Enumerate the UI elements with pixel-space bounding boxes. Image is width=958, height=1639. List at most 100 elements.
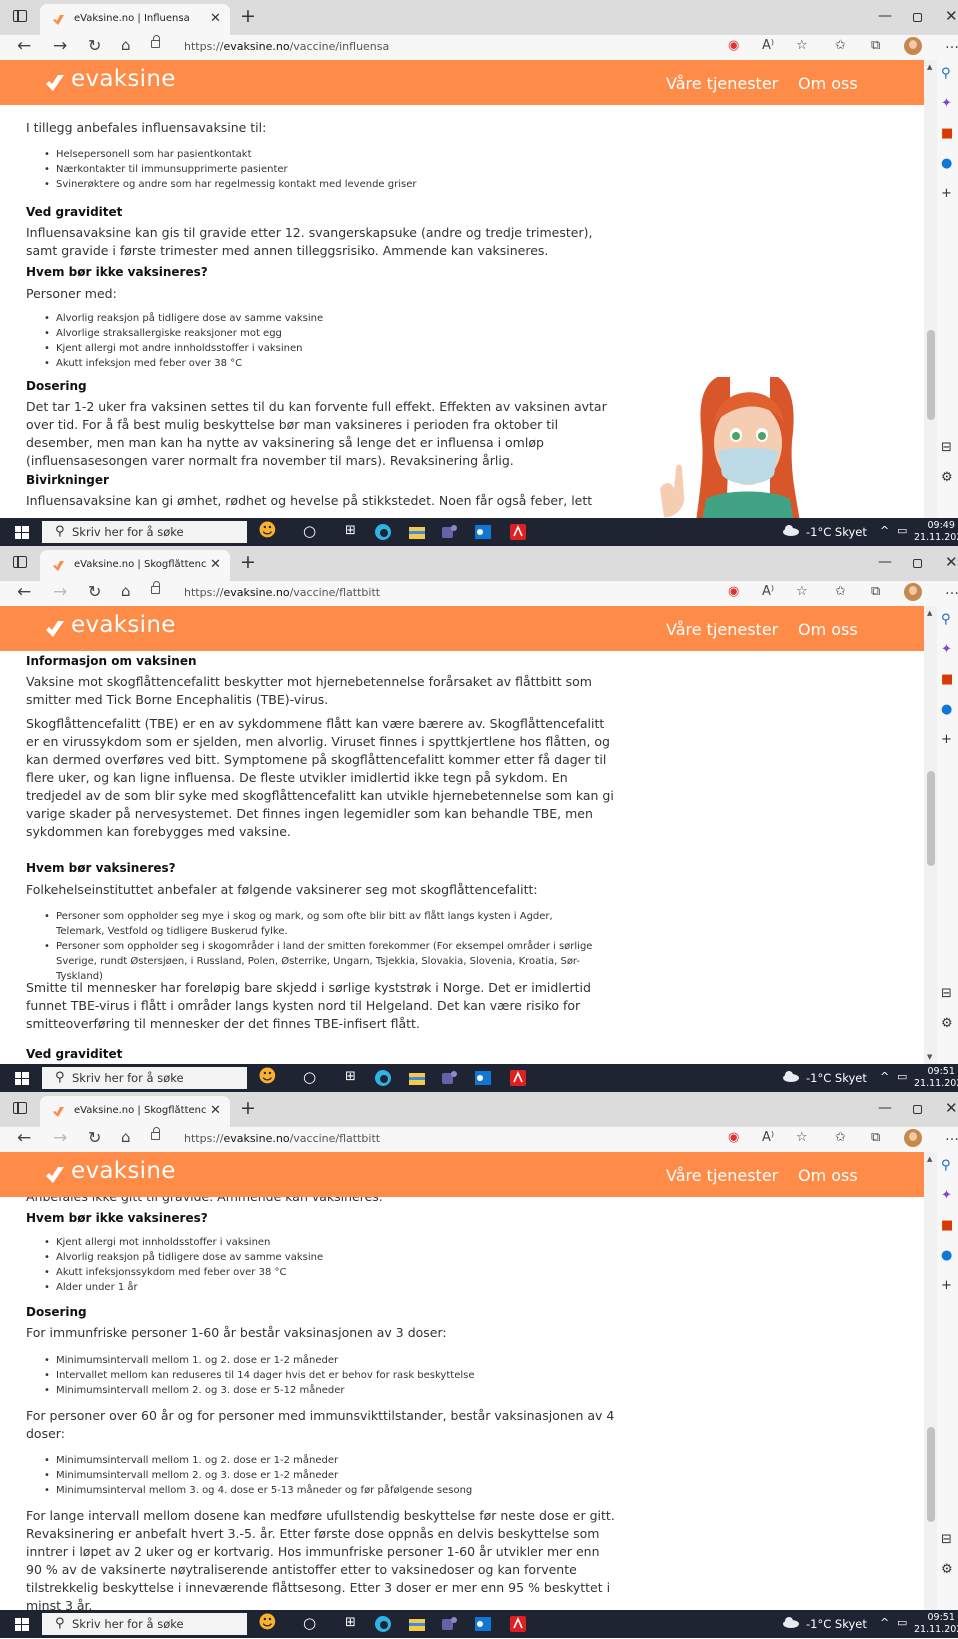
forward-icon[interactable]: →: [53, 582, 67, 602]
copilot-icon[interactable]: ✦: [941, 642, 952, 657]
outlook-icon[interactable]: [474, 523, 492, 541]
settings-icon[interactable]: ⚙: [941, 1562, 953, 1577]
reload-icon[interactable]: ↻: [88, 582, 101, 601]
collections-icon[interactable]: ⧉: [871, 1130, 880, 1145]
add-favorite-icon[interactable]: ☆: [796, 1130, 808, 1145]
outlook-icon[interactable]: [474, 1069, 492, 1087]
more-icon[interactable]: …: [945, 582, 958, 598]
browser-tab[interactable]: eVaksine.no | Influensa ✕: [40, 4, 230, 35]
add-favorite-icon[interactable]: ☆: [796, 584, 808, 599]
scroll-up-icon[interactable]: ▲: [927, 609, 932, 617]
profile-avatar[interactable]: [904, 583, 922, 601]
edge-icon[interactable]: [374, 1069, 392, 1087]
cloud-icon[interactable]: [782, 1070, 800, 1082]
taskbar-search-input[interactable]: ⚲ Skriv her for å søke: [42, 1613, 247, 1635]
nav-services-link[interactable]: Våre tjenester: [666, 620, 778, 639]
scrollbar-thumb[interactable]: [927, 330, 935, 420]
back-icon[interactable]: ←: [17, 1128, 31, 1148]
maximize-icon[interactable]: [913, 1105, 922, 1114]
new-tab-icon[interactable]: +: [240, 5, 256, 27]
taskbar-search-input[interactable]: ⚲ Skriv her for å søke: [42, 1067, 247, 1089]
read-aloud-icon[interactable]: A⁾: [762, 1130, 774, 1145]
acrobat-icon[interactable]: [509, 1069, 527, 1087]
windows-start-icon[interactable]: [15, 1072, 29, 1085]
task-view-icon[interactable]: ⊞: [345, 1615, 356, 1630]
settings-icon[interactable]: ⚙: [941, 470, 953, 485]
search-highlight-icon[interactable]: ☻: [258, 520, 277, 541]
edge-icon[interactable]: [374, 523, 392, 541]
home-icon[interactable]: ⌂: [121, 582, 131, 600]
forward-icon[interactable]: →: [53, 36, 67, 56]
copilot-icon[interactable]: ✦: [941, 96, 952, 111]
windows-start-icon[interactable]: [15, 526, 29, 539]
scrollbar[interactable]: ▲: [924, 1152, 937, 1610]
hide-sidebar-icon[interactable]: ⊟: [941, 440, 952, 455]
tab-close-icon[interactable]: ✕: [210, 1103, 221, 1118]
cortana-icon[interactable]: ○: [303, 1068, 316, 1086]
task-view-icon[interactable]: ⊞: [345, 1069, 356, 1084]
scrollbar[interactable]: ▲: [924, 60, 937, 518]
search-icon[interactable]: ⚲: [941, 66, 951, 81]
tracking-prevention-icon[interactable]: ◉: [728, 584, 739, 599]
battery-icon[interactable]: ▭: [897, 1616, 907, 1629]
battery-icon[interactable]: ▭: [897, 524, 907, 537]
cloud-icon[interactable]: [782, 524, 800, 536]
cortana-icon[interactable]: ○: [303, 522, 316, 540]
lock-icon[interactable]: [151, 35, 160, 48]
clock[interactable]: 09:49 21.11.2022: [914, 520, 958, 544]
clock[interactable]: 09:51 21.11.2022: [914, 1066, 958, 1090]
back-icon[interactable]: ←: [17, 582, 31, 602]
settings-icon[interactable]: ⚙: [941, 1016, 953, 1031]
tab-actions-icon[interactable]: [13, 10, 27, 22]
add-sidebar-icon[interactable]: +: [941, 1278, 952, 1293]
search-icon[interactable]: ⚲: [941, 612, 951, 627]
window-close-icon[interactable]: ✕: [945, 553, 958, 571]
outlook-icon[interactable]: [474, 1615, 492, 1633]
weather-text[interactable]: -1°C Skyet: [806, 1071, 867, 1085]
office-icon[interactable]: ■: [941, 126, 953, 141]
cortana-icon[interactable]: ○: [303, 1614, 316, 1632]
profile-avatar[interactable]: [904, 37, 922, 55]
forward-icon[interactable]: →: [53, 1128, 67, 1148]
tab-actions-icon[interactable]: [13, 1102, 27, 1114]
battery-icon[interactable]: ▭: [897, 1070, 907, 1083]
acrobat-icon[interactable]: [509, 1615, 527, 1633]
lock-icon[interactable]: [151, 581, 160, 594]
scrollbar-thumb[interactable]: [927, 1427, 935, 1522]
file-explorer-icon[interactable]: [408, 1069, 426, 1087]
tab-close-icon[interactable]: ✕: [210, 11, 221, 26]
scroll-down-icon[interactable]: ▼: [927, 1053, 932, 1061]
edge-icon[interactable]: [374, 1615, 392, 1633]
search-highlight-icon[interactable]: ☻: [258, 1612, 277, 1633]
back-icon[interactable]: ←: [17, 36, 31, 56]
site-logo[interactable]: evaksine: [71, 612, 176, 638]
collections-icon[interactable]: ⧉: [871, 584, 880, 599]
collections-icon[interactable]: ⧉: [871, 38, 880, 53]
favorites-icon[interactable]: ✩: [835, 38, 846, 53]
hide-sidebar-icon[interactable]: ⊟: [941, 1532, 952, 1547]
outlook-icon[interactable]: ●: [941, 156, 952, 171]
reload-icon[interactable]: ↻: [88, 36, 101, 55]
add-sidebar-icon[interactable]: +: [941, 186, 952, 201]
minimize-icon[interactable]: —: [878, 554, 892, 570]
chevron-up-icon[interactable]: ^: [880, 1070, 889, 1083]
url-field[interactable]: https://evaksine.no/vaccine/flattbitt: [184, 586, 380, 599]
teams-icon[interactable]: [440, 1069, 458, 1087]
cloud-icon[interactable]: [782, 1616, 800, 1628]
teams-icon[interactable]: [440, 1615, 458, 1633]
add-favorite-icon[interactable]: ☆: [796, 38, 808, 53]
more-icon[interactable]: …: [945, 36, 958, 52]
evaksine-logo-icon[interactable]: [45, 619, 65, 639]
read-aloud-icon[interactable]: A⁾: [762, 584, 774, 599]
acrobat-icon[interactable]: [509, 523, 527, 541]
browser-tab[interactable]: eVaksine.no | Skogflåttencefalitt ✕: [40, 550, 230, 581]
nav-services-link[interactable]: Våre tjenester: [666, 1166, 778, 1185]
tab-actions-icon[interactable]: [13, 556, 27, 568]
scrollbar-thumb[interactable]: [927, 771, 935, 866]
taskbar-search-input[interactable]: ⚲ Skriv her for å søke: [42, 521, 247, 543]
site-logo[interactable]: evaksine: [71, 1158, 176, 1184]
profile-avatar[interactable]: [904, 1129, 922, 1147]
weather-text[interactable]: -1°C Skyet: [806, 1617, 867, 1631]
scrollbar[interactable]: ▲ ▼: [924, 606, 937, 1064]
nav-about-link[interactable]: Om oss: [798, 74, 858, 93]
